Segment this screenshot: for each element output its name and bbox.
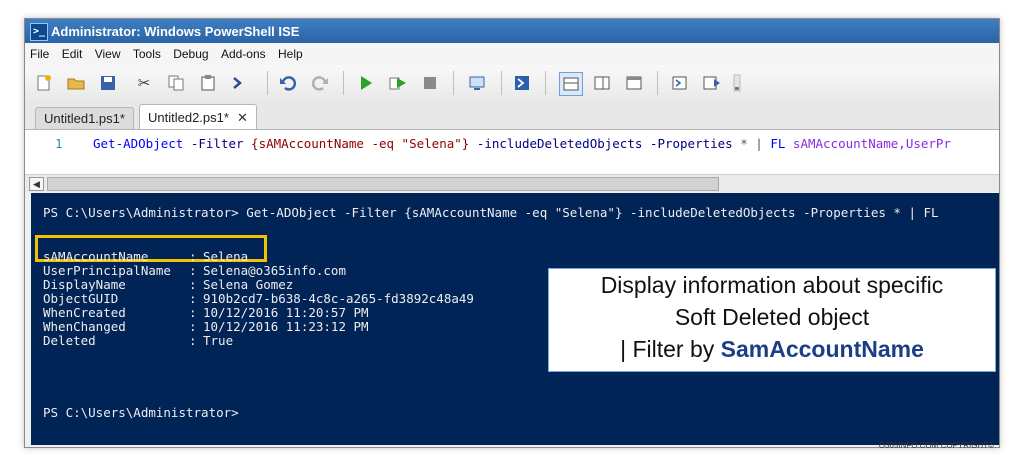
- new-file-icon[interactable]: [33, 72, 55, 94]
- toolbar: ✂: [25, 65, 999, 102]
- code-param: -includeDeletedObjects -Properties: [469, 136, 741, 151]
- window-title: Administrator: Windows PowerShell ISE: [51, 24, 300, 39]
- prop-key: DisplayName: [43, 277, 126, 292]
- prop-separator: :: [189, 291, 197, 306]
- script-tabs: Untitled1.ps1* Untitled2.ps1* ✕: [25, 101, 999, 130]
- menu-bar: File Edit View Tools Debug Add-ons Help: [25, 43, 999, 65]
- toolbar-separator: [657, 71, 658, 95]
- prop-key: UserPrincipalName: [43, 263, 171, 278]
- tab-label: Untitled2.ps1*: [148, 110, 229, 125]
- script-code: Get-ADObject -Filter {sAMAccountName -eq…: [93, 136, 951, 151]
- show-script-pane-top-icon[interactable]: [559, 72, 583, 96]
- line-number: 1: [55, 136, 63, 151]
- run-selection-icon[interactable]: [387, 72, 409, 94]
- console-prompt: PS C:\Users\Administrator>: [43, 405, 239, 420]
- title-bar: >_ Administrator: Windows PowerShell ISE: [25, 19, 999, 43]
- prop-value: 10/12/2016 11:20:57 PM: [203, 305, 369, 320]
- menu-help[interactable]: Help: [273, 43, 307, 61]
- callout-bold: SamAccountName: [720, 336, 924, 362]
- copyright-text: O365INFO.COM COPYRIGHT©: [878, 441, 994, 450]
- show-command-window-icon[interactable]: [669, 72, 691, 94]
- prop-value: Selena Gomez: [203, 277, 294, 292]
- show-script-pane-right-icon[interactable]: [591, 72, 613, 94]
- code-filter: {sAMAccountName -eq "Selena"}: [251, 136, 470, 151]
- stop-icon[interactable]: [419, 72, 441, 94]
- code-star: *: [740, 136, 748, 151]
- callout-prefix: | Filter by: [620, 336, 721, 362]
- copy-icon[interactable]: [165, 72, 187, 94]
- callout-line-3: | Filter by SamAccountName: [549, 333, 995, 365]
- prop-value: True: [203, 333, 234, 348]
- code-cmdlet: Get-ADObject: [93, 136, 184, 151]
- tab-untitled2[interactable]: Untitled2.ps1* ✕: [139, 104, 257, 130]
- prop-value: Selena: [203, 249, 249, 264]
- menu-debug[interactable]: Debug: [168, 43, 212, 61]
- menu-edit[interactable]: Edit: [57, 43, 87, 61]
- prop-separator: :: [189, 319, 197, 334]
- remote-powershell-icon[interactable]: [467, 72, 489, 94]
- tab-label: Untitled1.ps1*: [44, 111, 125, 126]
- menu-tools[interactable]: Tools: [128, 43, 165, 61]
- toolbar-overflow-icon[interactable]: [727, 72, 749, 94]
- run-script-icon[interactable]: [355, 72, 377, 94]
- prop-key: ObjectGUID: [43, 291, 119, 306]
- code-props: sAMAccountName,UserPr: [785, 136, 951, 151]
- scroll-left-icon[interactable]: ◀: [29, 177, 44, 191]
- undo-icon[interactable]: [277, 72, 299, 94]
- prop-separator: :: [189, 263, 197, 278]
- toolbar-separator: [501, 71, 502, 95]
- script-editor[interactable]: 1 Get-ADObject -Filter {sAMAccountName -…: [25, 129, 999, 175]
- callout-line-1: Display information about specific: [600, 272, 944, 298]
- prop-separator: :: [189, 277, 197, 292]
- prop-key: WhenCreated: [43, 305, 126, 320]
- start-powershell-icon[interactable]: [511, 72, 533, 94]
- menu-view[interactable]: View: [90, 43, 125, 61]
- code-pipe: |: [747, 136, 771, 151]
- cut-icon[interactable]: ✂: [133, 72, 155, 94]
- open-folder-icon[interactable]: [65, 72, 87, 94]
- powershell-icon: >_: [30, 23, 48, 41]
- code-param: -Filter: [183, 136, 252, 151]
- show-command-add-on-icon[interactable]: [701, 72, 723, 94]
- prop-separator: :: [189, 333, 197, 348]
- prop-key: sAMAccountName: [43, 249, 149, 264]
- console-command-line: PS C:\Users\Administrator> Get-ADObject …: [43, 205, 939, 220]
- menu-file[interactable]: File: [25, 43, 53, 61]
- save-icon[interactable]: [97, 72, 119, 94]
- toolbar-separator: [545, 71, 546, 95]
- toolbar-separator: [267, 71, 268, 95]
- prop-value: 10/12/2016 11:23:12 PM: [203, 319, 369, 334]
- toolbar-separator: [343, 71, 344, 95]
- tab-untitled1[interactable]: Untitled1.ps1*: [35, 107, 134, 130]
- callout-line-2: Soft Deleted object: [674, 304, 870, 330]
- show-script-pane-maximized-icon[interactable]: [623, 72, 645, 94]
- menu-add-ons[interactable]: Add-ons: [216, 43, 270, 61]
- prop-separator: :: [189, 249, 197, 264]
- prop-key: WhenChanged: [43, 319, 126, 334]
- prop-key: Deleted: [43, 333, 96, 348]
- scrollbar-thumb[interactable]: [47, 177, 719, 191]
- redo-icon[interactable]: [309, 72, 331, 94]
- horizontal-scrollbar[interactable]: ◀: [25, 174, 999, 192]
- annotation-callout: Display information about specific Soft …: [548, 268, 996, 372]
- paste-icon[interactable]: [197, 72, 219, 94]
- powershell-prompt-icon[interactable]: [229, 72, 251, 94]
- powershell-ise-window: >_ Administrator: Windows PowerShell ISE…: [24, 18, 1000, 448]
- prop-value: 910b2cd7-b638-4c8c-a265-fd3892c48a49: [203, 291, 474, 306]
- prop-separator: :: [189, 305, 197, 320]
- close-icon[interactable]: ✕: [237, 110, 248, 125]
- toolbar-separator: [453, 71, 454, 95]
- prop-value: Selena@o365info.com: [203, 263, 346, 278]
- code-fl: FL: [770, 136, 786, 151]
